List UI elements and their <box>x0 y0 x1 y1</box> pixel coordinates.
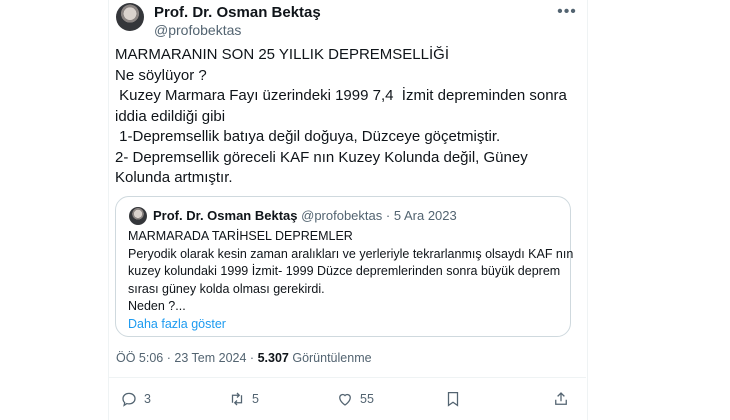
tweet-date[interactable]: 23 Tem 2024 <box>174 351 246 365</box>
retweet-icon <box>231 392 243 406</box>
quoted-line: Peryodik olarak kesin zaman aralıkları v… <box>128 246 574 261</box>
like-button[interactable]: 55 <box>336 390 374 408</box>
reply-icon <box>122 392 136 407</box>
quoted-author-avatar <box>129 207 147 225</box>
reply-button[interactable]: 3 <box>120 390 151 408</box>
author-avatar[interactable] <box>116 3 144 31</box>
quoted-tweet-body: MARMARADA TARİHSEL DEPREMLER Peryodik ol… <box>128 228 574 334</box>
tweet-time[interactable]: ÖÖ 5:06 <box>116 351 163 365</box>
views-label: Görüntülenme <box>292 351 372 365</box>
share-button[interactable] <box>552 390 570 408</box>
quoted-line: MARMARADA TARİHSEL DEPREMLER <box>128 229 353 243</box>
bookmark-icon <box>447 391 459 407</box>
quoted-author-handle: @profobektas <box>301 208 383 223</box>
quoted-author-name: Prof. Dr. Osman Bektaş <box>153 208 298 223</box>
quoted-separator: · <box>385 208 391 223</box>
views-count: 5.307 <box>257 351 289 365</box>
actions-divider <box>108 377 586 378</box>
bookmark-button[interactable] <box>444 390 462 408</box>
author-handle[interactable]: @profobektas <box>154 22 241 38</box>
show-more-link[interactable]: Daha fazla göster <box>128 316 560 334</box>
reply-count: 3 <box>144 392 151 406</box>
retweet-count: 5 <box>252 392 259 406</box>
retweet-button[interactable]: 5 <box>228 390 259 408</box>
tweet-text: MARMARANIN SON 25 YILLIK DEPREMSELLİĞİ N… <box>115 46 567 186</box>
tweet-timestamp: ÖÖ 5:06 · 23 Tem 2024 · 5.307 Görüntülen… <box>116 351 372 365</box>
quoted-line: Neden ?... <box>128 299 186 314</box>
quoted-date[interactable]: 5 Ara 2023 <box>394 208 457 223</box>
action-bar: 3 5 55 <box>0 390 730 412</box>
quoted-line: sırası güney kolda olması gerekirdi. <box>128 281 325 296</box>
more-options-icon[interactable]: ••• <box>555 3 579 23</box>
quoted-tweet[interactable]: Prof. Dr. Osman Bektaş @profobektas · 5 … <box>115 196 574 337</box>
quoted-line: kuzey kolundaki 1999 İzmit- 1999 Düzce d… <box>128 264 561 279</box>
meta-separator: · <box>166 351 171 365</box>
heart-icon <box>339 393 351 406</box>
like-count: 55 <box>360 392 374 406</box>
author-name[interactable]: Prof. Dr. Osman Bektaş <box>154 4 321 21</box>
share-icon <box>555 392 567 405</box>
meta-separator: · <box>249 351 255 365</box>
quoted-tweet-header: Prof. Dr. Osman Bektaş @profobektas · 5 … <box>153 208 457 223</box>
